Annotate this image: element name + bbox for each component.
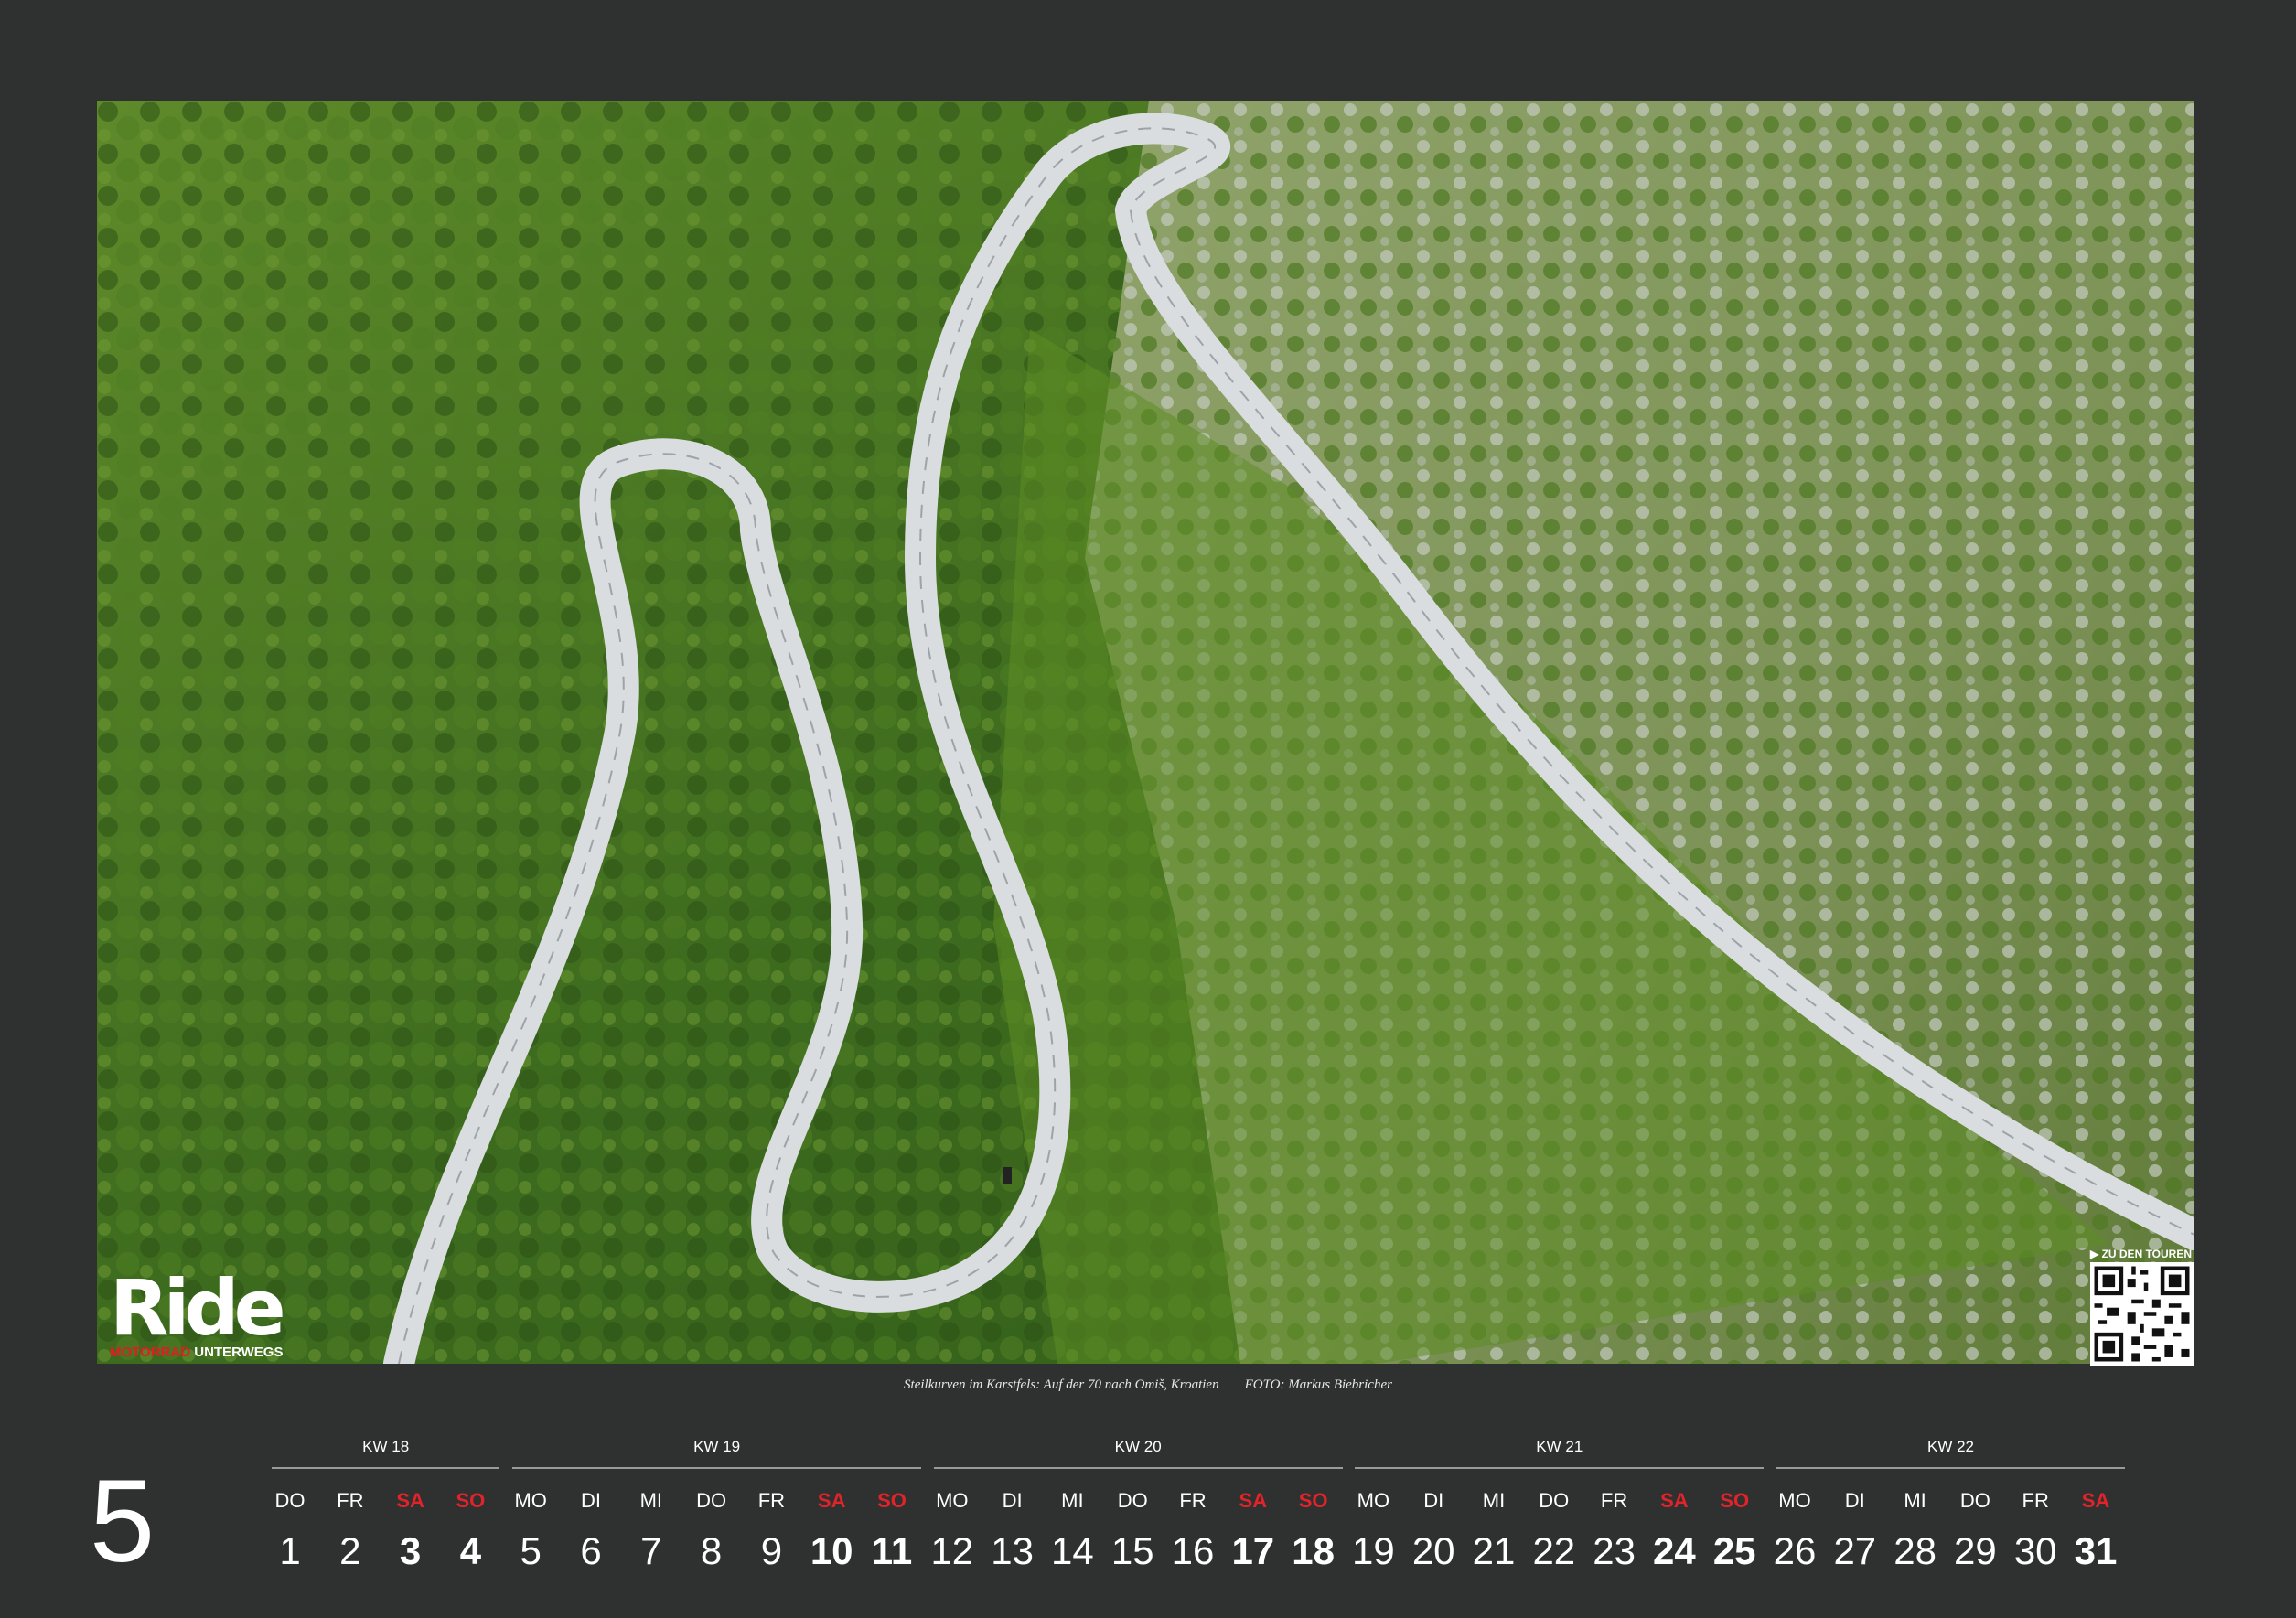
- day-date: 22: [1532, 1529, 1576, 1572]
- day-name: SA: [1660, 1489, 1689, 1512]
- day-date: 12: [930, 1529, 974, 1572]
- logo-tagline-red: MOTORRAD: [110, 1345, 191, 1360]
- day-name: DI: [1844, 1489, 1865, 1512]
- week-label: KW 19: [693, 1438, 741, 1455]
- day-date: 2: [339, 1529, 361, 1572]
- day-date: 1: [279, 1529, 301, 1572]
- day-date: 11: [871, 1529, 913, 1572]
- day-date: 4: [459, 1529, 482, 1572]
- week-divider: [1776, 1467, 2125, 1469]
- day-date: 20: [1411, 1529, 1455, 1572]
- day-name: MO: [1357, 1489, 1390, 1512]
- week-divider: [272, 1467, 500, 1469]
- day-date: 28: [1894, 1529, 1937, 1572]
- day-name: MI: [1061, 1489, 1084, 1512]
- logo-tagline: MOTORRAD UNTERWEGS: [110, 1345, 283, 1360]
- day-date: 24: [1653, 1529, 1696, 1572]
- day-name: DI: [581, 1489, 601, 1512]
- day-name: SO: [1720, 1489, 1750, 1512]
- logo-tagline-white: UNTERWEGS: [190, 1345, 284, 1360]
- day-date: 15: [1110, 1529, 1154, 1572]
- day-date: 30: [2013, 1529, 2057, 1572]
- week-label: KW 21: [1536, 1438, 1583, 1455]
- photo-credit: FOTO: Markus Biebricher: [1244, 1377, 1392, 1392]
- day-date: 5: [520, 1529, 542, 1572]
- day-name: DI: [1002, 1489, 1023, 1512]
- week-label: KW 22: [1926, 1438, 1975, 1455]
- day-date: 29: [1954, 1529, 1997, 1572]
- day-date: 14: [1051, 1529, 1094, 1572]
- day-date: 9: [760, 1529, 783, 1572]
- day-date: 23: [1593, 1529, 1636, 1572]
- aerial-road-photo: [97, 101, 2194, 1364]
- day-name: FR: [1600, 1489, 1628, 1512]
- day-name: DO: [696, 1489, 727, 1512]
- day-name: SO: [456, 1489, 486, 1512]
- week-divider: [933, 1467, 1343, 1469]
- day-name: DO: [1117, 1489, 1148, 1512]
- day-date: 7: [640, 1529, 662, 1572]
- logo-wordmark: Ride: [110, 1263, 286, 1353]
- day-name: SO: [1298, 1489, 1328, 1512]
- day-date: 25: [1712, 1529, 1756, 1572]
- day-date: 10: [810, 1529, 853, 1572]
- day-date: 27: [1833, 1529, 1877, 1572]
- day-name: SA: [817, 1489, 846, 1512]
- ride-logo: Ride MOTORRAD UNTERWEGS: [110, 1263, 286, 1360]
- day-name: MO: [936, 1489, 969, 1512]
- day-date: 26: [1773, 1529, 1817, 1572]
- day-date: 17: [1231, 1529, 1275, 1572]
- week-divider: [512, 1467, 921, 1469]
- day-name: FR: [2022, 1489, 2049, 1512]
- day-name: FR: [337, 1489, 364, 1512]
- day-date: 18: [1292, 1529, 1335, 1572]
- day-name: SO: [877, 1489, 907, 1512]
- month-number: 5: [90, 1456, 156, 1587]
- day-name: MO: [1778, 1489, 1811, 1512]
- day-name: FR: [1179, 1489, 1207, 1512]
- day-name: SA: [396, 1489, 424, 1512]
- day-date: 6: [580, 1529, 602, 1572]
- day-name: MI: [1482, 1489, 1506, 1512]
- qr-label: ▶ ZU DEN TOUREN: [2090, 1248, 2193, 1260]
- day-name: DO: [1959, 1489, 1990, 1512]
- day-date: 21: [1472, 1529, 1516, 1572]
- day-date: 16: [1171, 1529, 1215, 1572]
- caption-text: Steilkurven im Karstfels: Auf der 70 nac…: [904, 1377, 1219, 1392]
- day-name: MI: [1904, 1489, 1926, 1512]
- photo-illustration: [97, 101, 2194, 1364]
- day-name: MI: [639, 1489, 663, 1512]
- day-name: FR: [757, 1489, 786, 1512]
- day-name: SA: [1239, 1489, 1268, 1512]
- day-name: DI: [1423, 1489, 1444, 1512]
- qr-block[interactable]: ▶ ZU DEN TOUREN: [2090, 1246, 2194, 1366]
- day-date: 19: [1352, 1529, 1395, 1572]
- day-name: MO: [514, 1489, 547, 1512]
- week-label: KW 18: [362, 1438, 410, 1455]
- day-date: 8: [700, 1529, 723, 1572]
- day-name: DO: [274, 1489, 306, 1512]
- photo-caption: Steilkurven im Karstfels: Auf der 70 nac…: [0, 1377, 2296, 1393]
- week-label: KW 20: [1114, 1438, 1162, 1455]
- day-name: DO: [1539, 1489, 1570, 1512]
- qr-code-icon[interactable]: [2090, 1262, 2194, 1366]
- day-name: SA: [2081, 1489, 2110, 1512]
- day-date: 31: [2074, 1529, 2118, 1572]
- week-divider: [1355, 1467, 1765, 1469]
- day-date: 3: [399, 1529, 422, 1572]
- day-date: 13: [991, 1529, 1034, 1572]
